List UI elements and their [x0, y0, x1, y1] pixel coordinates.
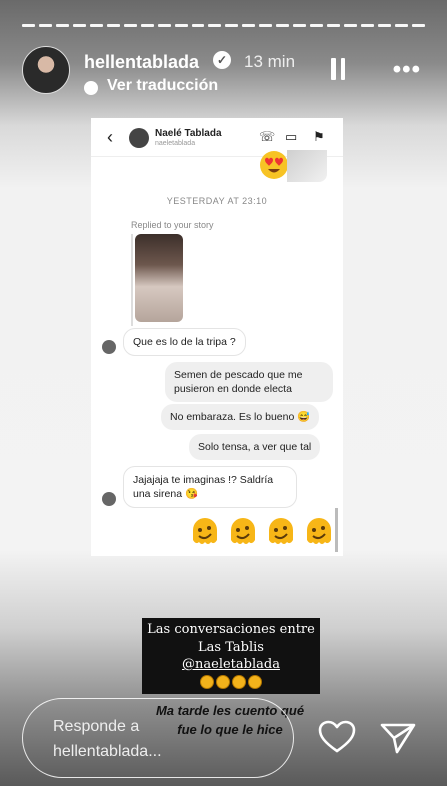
melting-face-emoji-icon	[231, 518, 255, 544]
video-call-icon: ▭	[285, 129, 298, 144]
story-progress-bar	[22, 24, 425, 27]
more-options-icon[interactable]: •••	[393, 56, 421, 84]
chat-scrollbar	[335, 508, 338, 552]
caption-line-1: Las conversaciones entre	[147, 622, 315, 637]
message-bubble-incoming: Que es lo de la tripa ?	[123, 328, 246, 357]
message-bubble-outgoing: No embaraza. Es lo bueno 😅	[161, 404, 320, 431]
reply-indicator	[131, 234, 133, 326]
back-arrow-icon: ‹	[107, 127, 113, 147]
caption-line-2: Las Tablis	[198, 639, 264, 655]
replied-label: Replied to your story	[131, 220, 214, 230]
message-bubble-incoming: Jajajaja te imaginas !? Saldría una sire…	[123, 466, 297, 509]
reply-placeholder: Responde a hellentablada...	[53, 718, 162, 760]
chat-day-label: YESTERDAY AT 23:10	[166, 196, 268, 206]
story-caption-box: Las conversaciones entre Las Tablis @nae…	[142, 618, 320, 694]
phone-icon: ☏	[259, 129, 276, 144]
melting-face-emoji-icon	[307, 518, 331, 544]
mention-link[interactable]: @naeletablada	[142, 656, 320, 674]
caption-emojis	[142, 674, 320, 689]
story-thumbnail	[135, 234, 183, 322]
profile-avatar[interactable]	[22, 46, 70, 94]
see-translation-link[interactable]: Ver traducción	[107, 77, 218, 95]
reply-input[interactable]: Responde a hellentablada...	[22, 698, 294, 778]
chat-contact-name: Naelé Tablada	[155, 128, 222, 139]
username[interactable]: hellentablada	[84, 52, 199, 73]
laughing-emoji-icon	[248, 674, 262, 689]
message-bubble-outgoing: Solo tensa, a ver que tal	[189, 434, 321, 461]
story-viewer: hellentablada ✓ 13 min Ver traducción ••…	[0, 0, 447, 786]
laughing-emoji-icon	[216, 674, 230, 689]
pause-icon[interactable]	[331, 58, 345, 80]
laughing-emoji-icon	[200, 674, 214, 689]
heart-icon[interactable]	[318, 720, 356, 754]
chat-screenshot: ‹ Naelé Tablada naeletablada ☏ ▭ ⚑ YESTE…	[91, 118, 343, 556]
melting-face-emoji-icon	[193, 518, 217, 544]
shared-photo	[287, 150, 327, 182]
laughing-emoji-icon	[232, 674, 246, 689]
story-header: hellentablada ✓ 13 min Ver traducción ••…	[22, 44, 429, 96]
post-time: 13 min	[244, 52, 296, 71]
message-bubble-outgoing: Semen de pescado que me pusieron en dond…	[165, 362, 333, 403]
send-icon[interactable]	[379, 721, 417, 755]
chat-contact-handle: naeletablada	[155, 140, 196, 147]
sender-avatar	[102, 492, 116, 506]
verified-badge-icon: ✓	[213, 51, 231, 69]
emoji-reactions	[189, 516, 335, 548]
flag-icon: ⚑	[313, 129, 325, 144]
chat-avatar	[129, 128, 149, 148]
sender-avatar	[102, 340, 116, 354]
translate-icon	[84, 81, 98, 95]
heart-eyes-emoji-icon	[260, 151, 288, 179]
melting-face-emoji-icon	[269, 518, 293, 544]
